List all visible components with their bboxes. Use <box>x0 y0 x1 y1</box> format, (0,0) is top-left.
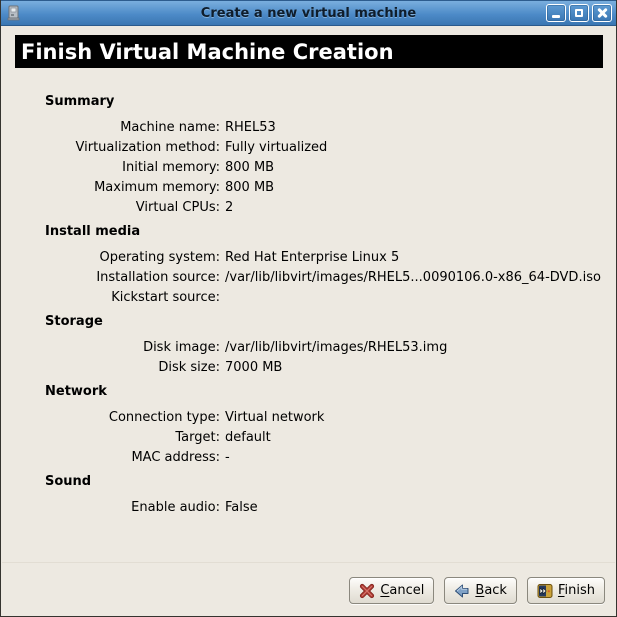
row-disk-size: Disk size: 7000 MB <box>15 358 606 378</box>
row-value: Fully virtualized <box>225 138 606 158</box>
section-summary: Summary Machine name: RHEL53 Virtualizat… <box>15 92 606 218</box>
summary-content: Summary Machine name: RHEL53 Virtualizat… <box>1 68 616 518</box>
row-virtual-cpus: Virtual CPUs: 2 <box>15 198 606 218</box>
row-operating-system: Operating system: Red Hat Enterprise Lin… <box>15 248 606 268</box>
row-target: Target: default <box>15 428 606 448</box>
section-network: Network Connection type: Virtual network… <box>15 382 606 468</box>
row-label: Connection type: <box>15 408 220 428</box>
row-mac-address: MAC address: - <box>15 448 606 468</box>
cancel-x-icon <box>359 583 375 599</box>
row-value <box>225 288 606 308</box>
action-area: Cancel Back Finish <box>349 577 605 604</box>
window-title: Create a new virtual machine <box>1 6 616 21</box>
row-machine-name: Machine name: RHEL53 <box>15 118 606 138</box>
row-value: RHEL53 <box>225 118 606 138</box>
section-storage: Storage Disk image: /var/lib/libvirt/ima… <box>15 312 606 378</box>
row-label: Kickstart source: <box>15 288 220 308</box>
row-value: default <box>225 428 606 448</box>
row-value: 7000 MB <box>225 358 606 378</box>
row-label: Initial memory: <box>15 158 220 178</box>
row-label: Virtualization method: <box>15 138 220 158</box>
maximize-button[interactable] <box>569 4 589 22</box>
window-controls <box>546 4 612 22</box>
row-label: Maximum memory: <box>15 178 220 198</box>
section-heading-network: Network <box>45 382 606 402</box>
row-value: /var/lib/libvirt/images/RHEL53.img <box>225 338 606 358</box>
row-label: Disk image: <box>15 338 220 358</box>
row-label: MAC address: <box>15 448 220 468</box>
row-virtualization-method: Virtualization method: Fully virtualized <box>15 138 606 158</box>
close-icon <box>597 8 607 18</box>
cancel-button[interactable]: Cancel <box>349 577 434 604</box>
page-title: Finish Virtual Machine Creation <box>15 40 394 64</box>
section-heading-storage: Storage <box>45 312 606 332</box>
back-button[interactable]: Back <box>444 577 517 604</box>
page-title-band: Finish Virtual Machine Creation <box>15 35 603 68</box>
row-installation-source: Installation source: /var/lib/libvirt/im… <box>15 268 606 288</box>
row-initial-memory: Initial memory: 800 MB <box>15 158 606 178</box>
row-enable-audio: Enable audio: False <box>15 498 606 518</box>
action-area-separator <box>2 562 615 563</box>
minimize-button[interactable] <box>546 4 566 22</box>
row-value: 800 MB <box>225 158 606 178</box>
back-button-label: Back <box>475 583 507 598</box>
close-button[interactable] <box>592 4 612 22</box>
row-value: 800 MB <box>225 178 606 198</box>
cancel-button-label: Cancel <box>380 583 424 598</box>
titlebar[interactable]: Create a new virtual machine <box>1 0 616 26</box>
row-label: Machine name: <box>15 118 220 138</box>
app-window-icon <box>6 5 22 21</box>
row-label: Operating system: <box>15 248 220 268</box>
row-value: Virtual network <box>225 408 606 428</box>
section-sound: Sound Enable audio: False <box>15 472 606 518</box>
maximize-icon <box>575 9 583 17</box>
minimize-icon <box>552 15 560 18</box>
row-value: Red Hat Enterprise Linux 5 <box>225 248 606 268</box>
section-install-media: Install media Operating system: Red Hat … <box>15 222 606 308</box>
finish-door-icon <box>537 583 553 599</box>
row-value: False <box>225 498 606 518</box>
finish-button[interactable]: Finish <box>527 577 605 604</box>
section-heading-install-media: Install media <box>45 222 606 242</box>
row-label: Enable audio: <box>15 498 220 518</box>
create-vm-dialog: Create a new virtual machine Finish Virt… <box>0 0 617 617</box>
row-label: Virtual CPUs: <box>15 198 220 218</box>
row-value: /var/lib/libvirt/images/RHEL5...0090106.… <box>225 268 606 288</box>
section-heading-sound: Sound <box>45 472 606 492</box>
row-label: Installation source: <box>15 268 220 288</box>
row-maximum-memory: Maximum memory: 800 MB <box>15 178 606 198</box>
row-connection-type: Connection type: Virtual network <box>15 408 606 428</box>
back-arrow-icon <box>454 583 470 599</box>
row-label: Disk size: <box>15 358 220 378</box>
row-disk-image: Disk image: /var/lib/libvirt/images/RHEL… <box>15 338 606 358</box>
section-heading-summary: Summary <box>45 92 606 112</box>
row-label: Target: <box>15 428 220 448</box>
row-value: 2 <box>225 198 606 218</box>
finish-button-label: Finish <box>558 583 595 598</box>
row-value: - <box>225 448 606 468</box>
row-kickstart-source: Kickstart source: <box>15 288 606 308</box>
